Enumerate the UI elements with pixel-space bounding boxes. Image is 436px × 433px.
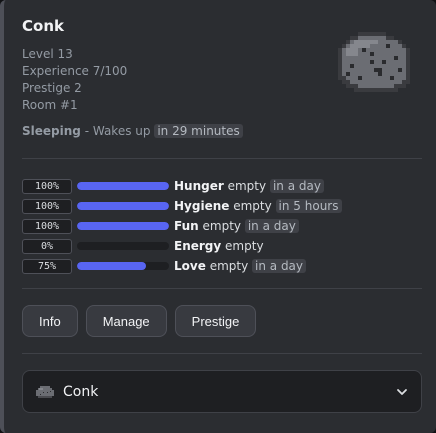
level-text: Level 13 [22, 47, 73, 61]
need-suffix: empty [225, 239, 264, 253]
pet-stats: Level 13 Experience 7/100 Prestige 2 Roo… [22, 46, 127, 114]
status-state: Sleeping [22, 124, 81, 138]
need-name: Hunger [174, 179, 224, 193]
need-row: 100% Fun empty in a day [22, 216, 422, 236]
experience-text: Experience 7/100 [22, 64, 128, 78]
need-percent: 100% [22, 178, 72, 194]
need-progress-fill [77, 202, 169, 210]
need-text: Hygiene empty in 5 hours [174, 199, 342, 213]
action-buttons: Info Manage Prestige [22, 305, 257, 337]
pet-card: Conk Level 13 Experience 7/100 Prestige … [0, 0, 436, 433]
need-progress-bar [77, 262, 169, 270]
need-progress-bar [77, 182, 169, 190]
need-time: in a day [244, 219, 299, 233]
need-name: Energy [174, 239, 222, 253]
need-row: 100% Hygiene empty in 5 hours [22, 196, 422, 216]
selected-pet-label: Conk [63, 383, 99, 400]
pet-select-dropdown[interactable]: Conk [22, 370, 422, 413]
prestige-text: Prestige 2 [22, 81, 82, 95]
need-name: Love [174, 259, 206, 273]
need-text: Love empty in a day [174, 259, 307, 273]
status-time: in 29 minutes [154, 124, 243, 138]
sleep-status: Sleeping - Wakes up in 29 minutes [22, 124, 243, 138]
need-progress-fill [77, 262, 146, 270]
divider [22, 158, 422, 159]
need-text: Fun empty in a day [174, 219, 299, 233]
need-text: Energy empty [174, 239, 264, 253]
chevron-down-icon [397, 388, 407, 395]
need-time: in a day [269, 179, 324, 193]
need-suffix: empty [233, 199, 272, 213]
divider [22, 288, 422, 289]
need-percent: 100% [22, 198, 72, 214]
need-name: Hygiene [174, 199, 230, 213]
rock-pet-icon [36, 385, 54, 398]
rock-pet-sprite [338, 32, 410, 92]
needs-list: 100% Hunger empty in a day 100% Hygiene emp… [22, 176, 422, 276]
info-button[interactable]: Info [22, 305, 78, 337]
need-text: Hunger empty in a day [174, 179, 324, 193]
need-progress-bar [77, 202, 169, 210]
need-suffix: empty [209, 259, 249, 273]
manage-button[interactable]: Manage [85, 305, 167, 337]
pet-name-title: Conk [22, 17, 64, 35]
need-progress-bar [77, 222, 169, 230]
need-percent: 75% [22, 258, 72, 274]
need-progress-fill [77, 182, 169, 190]
divider [22, 353, 422, 354]
need-percent: 0% [22, 238, 72, 254]
room-text: Room #1 [22, 98, 78, 112]
prestige-button[interactable]: Prestige [174, 305, 257, 337]
need-time: in 5 hours [275, 199, 342, 213]
need-suffix: empty [202, 219, 242, 233]
need-progress-fill [77, 222, 169, 230]
need-time: in a day [252, 259, 307, 273]
need-progress-bar [77, 242, 169, 250]
need-percent: 100% [22, 218, 72, 234]
need-name: Fun [174, 219, 199, 233]
status-detail: - Wakes up [84, 124, 151, 138]
need-row: 0% Energy empty [22, 236, 422, 256]
need-row: 100% Hunger empty in a day [22, 176, 422, 196]
need-suffix: empty [227, 179, 267, 193]
need-row: 75% Love empty in a day [22, 256, 422, 276]
